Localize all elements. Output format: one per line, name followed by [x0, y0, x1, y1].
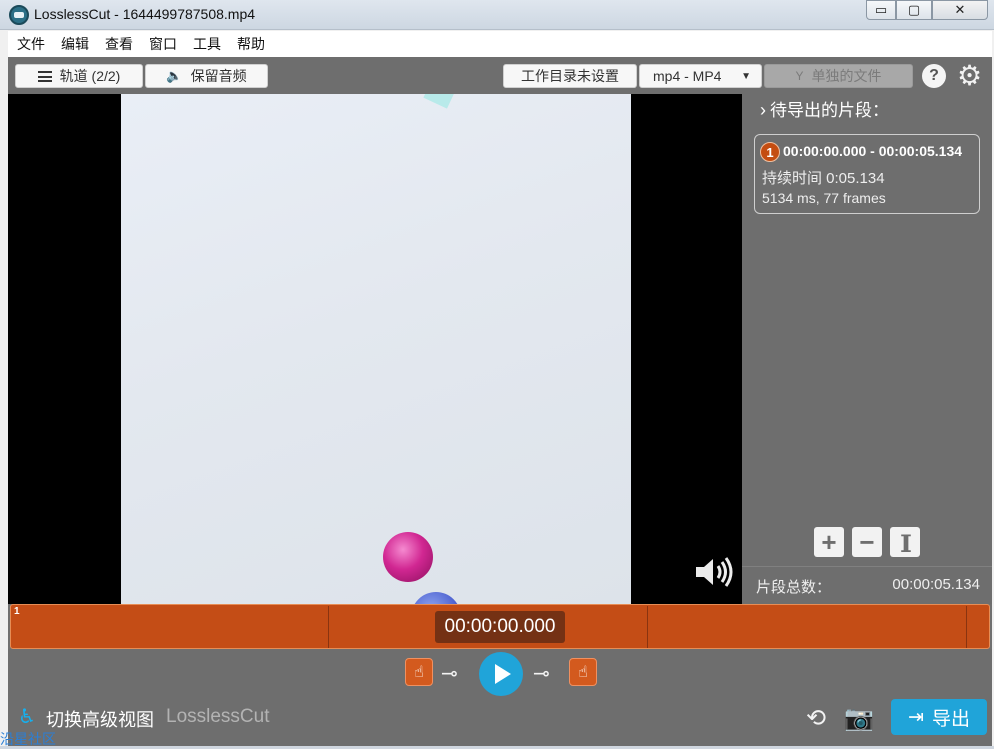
segment-range: 00:00:00.000 - 00:00:05.134 [783, 143, 963, 159]
timeline[interactable]: 1 00:00:00.000 [8, 604, 992, 649]
merge-icon: Y [795, 69, 804, 83]
advanced-view-icon[interactable]: ♿ [18, 704, 36, 729]
segments-panel: › 待导出的片段： 1 00:00:00.000 - 00:00:05.134 持… [742, 94, 992, 604]
current-time: 00:00:00.000 [435, 611, 565, 643]
video-player[interactable] [8, 94, 742, 604]
total-label: 片段总数： [756, 579, 832, 596]
menu-edit[interactable]: 编辑 [53, 34, 97, 54]
speaker-icon: 🔈 [166, 68, 183, 83]
segments-title[interactable]: › 待导出的片段： [760, 96, 889, 121]
timeline-segment-number: 1 [14, 606, 20, 617]
help-icon: ? [929, 67, 939, 84]
watermark: 沿星社区 [0, 731, 56, 747]
cut-start-icon[interactable]: ☝ [405, 658, 433, 686]
segment-card[interactable]: 1 00:00:00.000 - 00:00:05.134 持续时间 0:05.… [754, 134, 980, 214]
export-button[interactable]: ⇥ 导出 [891, 699, 987, 735]
format-label: mp4 - MP4 [653, 68, 722, 84]
divider [742, 566, 992, 567]
keep-audio-label: 保留音频 [190, 68, 247, 84]
export-icon: ⇥ [908, 706, 924, 728]
timeline-tick [647, 606, 648, 648]
maximize-icon: ▢ [907, 2, 921, 17]
chevron-down-icon: ▼ [741, 70, 751, 82]
chevron-right-icon: › [760, 100, 766, 120]
window-title: LosslessCut - 1644499787508.mp4 [34, 6, 256, 22]
workdir-button[interactable]: 工作目录未设置 [503, 64, 637, 88]
segment-tools: + − ][ [814, 527, 920, 557]
app-window: LosslessCut - 1644499787508.mp4 ▭ ▢ ✕ 文件… [0, 0, 994, 747]
separate-files-label: 单独的文件 [811, 68, 882, 84]
title-bar[interactable]: LosslessCut - 1644499787508.mp4 ▭ ▢ ✕ [0, 0, 994, 30]
cut-end-icon[interactable]: ☝ [569, 658, 597, 686]
camera-icon[interactable]: 📷 [844, 704, 874, 733]
menu-tools[interactable]: 工具 [185, 34, 229, 54]
export-label: 导出 [931, 708, 970, 730]
minus-icon[interactable]: − [852, 527, 882, 557]
advanced-view-toggle[interactable]: 切换高级视图 [46, 706, 154, 732]
segment-duration: 持续时间 0:05.134 [762, 170, 885, 187]
timeline-tick [966, 606, 967, 648]
menu-file[interactable]: 文件 [8, 34, 53, 54]
tracks-button[interactable]: 轨道 (2/2) [15, 64, 143, 88]
minimize-icon: ▭ [874, 2, 888, 17]
menu-view[interactable]: 查看 [97, 34, 141, 54]
video-object-top [423, 94, 455, 109]
workdir-label: 工作目录未设置 [521, 68, 619, 84]
rotate-icon[interactable]: ⟲ [806, 704, 826, 733]
format-select[interactable]: mp4 - MP4 ▼ [639, 64, 762, 88]
segments-title-text: 待导出的片段： [770, 101, 889, 120]
app-icon [9, 5, 29, 25]
video-object-ball [383, 532, 433, 582]
brand-label: LosslessCut [166, 706, 270, 727]
minimize-button[interactable]: ▭ [866, 0, 896, 20]
plus-icon[interactable]: + [814, 527, 844, 557]
menu-window[interactable]: 窗口 [141, 34, 185, 54]
timeline-tick [328, 606, 329, 648]
help-button[interactable]: ? [922, 64, 946, 88]
close-icon: ✕ [954, 2, 966, 17]
gear-icon[interactable]: ⚙ [957, 62, 982, 90]
play-icon[interactable] [479, 652, 523, 696]
key-prev-icon[interactable]: ⊸ [441, 661, 458, 686]
maximize-button[interactable]: ▢ [896, 0, 932, 20]
tracks-label: 轨道 (2/2) [59, 68, 121, 84]
key-next-icon[interactable]: ⊸ [533, 661, 550, 686]
separate-files-button[interactable]: Y 单独的文件 [764, 64, 913, 88]
close-button[interactable]: ✕ [932, 0, 988, 20]
bottom-bar: ♿ 切换高级视图 LosslessCut ⟲ 📷 ⇥ 导出 [8, 699, 992, 746]
menu-help[interactable]: 帮助 [229, 34, 273, 54]
volume-icon[interactable] [694, 555, 734, 589]
menu-icon [37, 70, 52, 82]
video-frame [121, 94, 631, 604]
top-toolbar: 轨道 (2/2) 🔈 保留音频 工作目录未设置 mp4 - MP4 ▼ Y 单独… [8, 57, 992, 94]
segment-info: 5134 ms, 77 frames [762, 190, 886, 206]
keep-audio-button[interactable]: 🔈 保留音频 [145, 64, 268, 88]
segment-number: 1 [760, 142, 780, 162]
menu-bar: 文件 编辑 查看 窗口 工具 帮助 [8, 31, 992, 57]
app-content: 轨道 (2/2) 🔈 保留音频 工作目录未设置 mp4 - MP4 ▼ Y 单独… [8, 57, 992, 746]
total-value: 00:00:05.134 [892, 576, 980, 593]
split-icon[interactable]: ][ [890, 527, 920, 557]
playback-controls: ☝ ⊸ ⊸ ☝ [8, 649, 992, 699]
video-object-ball-2 [411, 592, 461, 604]
